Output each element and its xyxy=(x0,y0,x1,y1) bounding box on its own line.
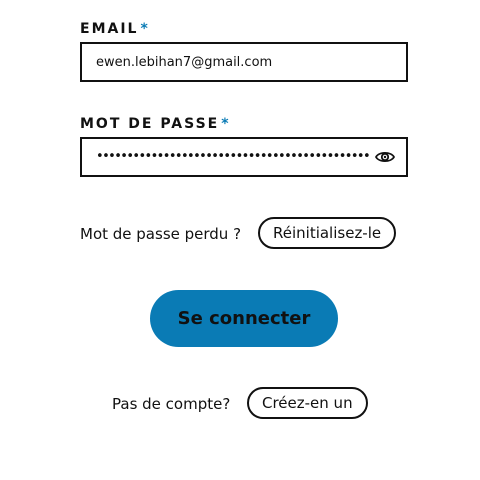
no-account-text: Pas de compte? xyxy=(112,395,231,413)
eye-icon xyxy=(375,151,395,163)
password-field[interactable]: ••••••••••••••••••••••••••••••••••••••••… xyxy=(80,137,408,177)
email-label-text: EMAIL xyxy=(80,21,139,37)
password-label-text: MOT DE PASSE xyxy=(80,116,220,132)
login-form: EMAIL* MOT DE PASSE* •••••••••••••••••••… xyxy=(0,0,480,480)
login-button[interactable]: Se connecter xyxy=(150,290,338,347)
email-input[interactable] xyxy=(82,44,406,80)
reset-password-button[interactable]: Réinitialisez-le xyxy=(258,217,397,249)
password-label: MOT DE PASSE * xyxy=(80,116,229,132)
create-account-button[interactable]: Créez-en un xyxy=(247,387,368,419)
toggle-password-visibility-button[interactable] xyxy=(374,148,396,166)
email-required-mark: * xyxy=(140,21,148,37)
password-input[interactable]: ••••••••••••••••••••••••••••••••••••••••… xyxy=(96,139,370,175)
email-label: EMAIL * xyxy=(80,21,148,37)
password-required-mark: * xyxy=(221,116,229,132)
email-field[interactable] xyxy=(80,42,408,82)
forgot-password-text: Mot de passe perdu ? xyxy=(80,225,242,243)
